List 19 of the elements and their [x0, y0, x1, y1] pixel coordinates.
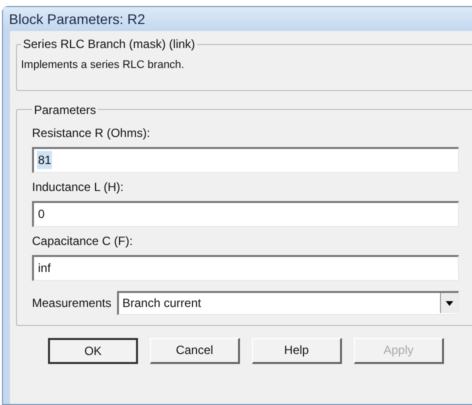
dialog-button[interactable]: OK: [48, 338, 138, 364]
field-label: Inductance L (H):: [32, 178, 125, 196]
measurements-label: Measurements: [32, 294, 112, 312]
window-title: Block Parameters: R2: [9, 10, 146, 28]
field-value: inf: [37, 260, 52, 277]
dialog-button[interactable]: Help: [252, 338, 342, 364]
input-field[interactable]: inf: [32, 254, 459, 280]
measurements-dropdown[interactable]: Branch current: [117, 290, 459, 314]
dropdown-value: Branch current: [122, 295, 202, 312]
input-field[interactable]: 81: [32, 146, 459, 172]
field-value: 81: [37, 151, 52, 169]
field-label: Resistance R (Ohms):: [32, 124, 152, 142]
field-value: 0: [37, 206, 46, 223]
description-text: Implements a series RLC branch.: [21, 58, 186, 73]
group-title: Series RLC Branch (mask) (link): [22, 36, 196, 53]
dialog-button[interactable]: Cancel: [150, 338, 240, 364]
group-title: Parameters: [33, 102, 98, 118]
field-label: Capacitance C (F):: [32, 232, 134, 250]
input-field[interactable]: 0: [32, 200, 459, 226]
